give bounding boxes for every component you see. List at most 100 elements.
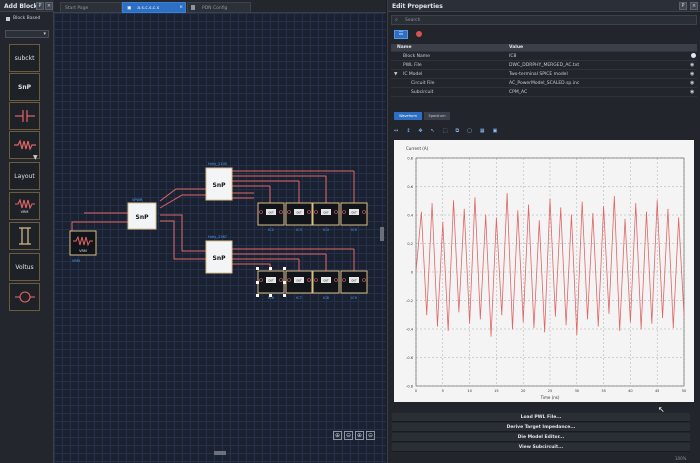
ic-caption: IC5 — [351, 228, 357, 232]
cursor-icon[interactable]: ↖ — [431, 128, 435, 134]
die-model-editor-button[interactable]: Die Model Editor... — [392, 433, 690, 442]
property-value[interactable]: DWC_DDRPHY_MERGED_AC.txt — [509, 63, 579, 68]
search-box[interactable]: ⌕ Search — [391, 15, 697, 25]
chart-point — [506, 193, 508, 195]
chart-x-tick: 5 — [442, 389, 444, 393]
info-icon[interactable] — [691, 53, 696, 58]
property-value[interactable]: Two-terminal SPICE model — [509, 72, 568, 77]
palette-source[interactable] — [9, 283, 40, 311]
zoom-out-icon[interactable]: ⊖ — [344, 431, 353, 440]
export-icon[interactable]: ▣ — [493, 128, 498, 134]
copy-icon[interactable]: ⧉ — [456, 128, 460, 134]
close-tab-icon[interactable]: × — [179, 5, 183, 10]
zoom-fit-icon[interactable]: ⊕ — [355, 431, 364, 440]
palette-snp[interactable]: SnP — [9, 73, 40, 101]
chart-point — [463, 208, 465, 210]
chart-point — [549, 198, 551, 200]
expand-triangle-icon[interactable]: ▼ — [394, 72, 397, 77]
palette-layout[interactable]: Layout — [9, 162, 40, 190]
palette-capacitor[interactable] — [9, 102, 40, 130]
selection-handle[interactable] — [256, 294, 259, 297]
waveform-chart-svg: Current (A) -0.8 -0.6 -0.4 -0.2 0 0.2 0.4 0.6 0.8… — [406, 146, 686, 400]
load-pwl-file-button[interactable]: Load PWL File... — [392, 413, 690, 422]
ic-caption: IC3 — [296, 228, 302, 232]
chart-x-tick: 40 — [628, 389, 632, 393]
selection-handle[interactable] — [269, 294, 272, 297]
chart-point — [522, 321, 524, 323]
chart-point — [613, 195, 615, 197]
property-row[interactable]: Circuit File AC_PowerModel_SCALED.sp.inc… — [391, 80, 697, 88]
vrm-icon — [14, 198, 35, 210]
property-row[interactable]: Block Name IC8 — [391, 53, 697, 61]
property-value[interactable]: CPM_AC — [509, 90, 527, 95]
selection-handle[interactable] — [256, 281, 259, 284]
zoom-box-icon[interactable]: ⬚ — [443, 128, 448, 134]
eye-icon[interactable]: ◉ — [690, 71, 694, 77]
vrm-caption: VRM — [72, 259, 80, 263]
chart-point — [538, 220, 540, 222]
derive-target-impedance-button[interactable]: Derive Target Impedance... — [392, 423, 690, 432]
selection-handle[interactable] — [283, 267, 286, 270]
zoom-controls: ⊕ ⊖ ⊕ ⊖ — [333, 431, 375, 440]
tab-waveform[interactable]: Waveform — [394, 112, 422, 120]
block-based-checkbox[interactable] — [6, 17, 10, 21]
waveform-chart[interactable]: Current (A) -0.8 -0.6 -0.4 -0.2 0 0.2 0.4 0.6 0.8… — [394, 140, 694, 402]
property-value[interactable]: IC8 — [509, 54, 516, 59]
property-row[interactable]: ▼ IC Model Two-terminal SPICE model ◉ — [391, 71, 697, 79]
tab-schematic[interactable]: ▣ a.s.c.s.c.s × — [122, 2, 186, 13]
chart-point — [420, 211, 422, 213]
chart-y-tick: -0.2 — [406, 299, 413, 303]
property-grid-header: Name Value — [391, 44, 697, 52]
zoom-in-icon[interactable]: ⊕ — [333, 431, 342, 440]
eye-icon[interactable]: ◉ — [690, 62, 694, 68]
block-based-label: Block Based — [13, 16, 41, 21]
palette-subckt[interactable]: subckt — [9, 44, 40, 72]
schematic-canvas[interactable]: VRM VRM VPWR SnP Hdry_2145 SnP Hdry_2387… — [54, 13, 386, 463]
eye-icon[interactable]: ◉ — [690, 80, 694, 86]
chart-point — [581, 201, 583, 203]
zoom-y-icon[interactable]: ↕ — [406, 128, 410, 134]
selection-handle[interactable] — [269, 267, 272, 270]
palette-vrm[interactable]: VRM — [9, 192, 40, 220]
property-row[interactable]: Subcircuit CPM_AC ◉ — [391, 89, 697, 97]
block-type-dropdown[interactable]: ▾ — [5, 30, 49, 38]
tab-spectrum[interactable]: Spectrum — [424, 112, 450, 120]
close-icon[interactable]: × — [690, 2, 698, 10]
snp1-label: SnP — [136, 214, 150, 221]
zoom-x-icon[interactable]: ↔ — [394, 128, 398, 134]
snp2-label: SnP — [213, 182, 227, 189]
palette-transmission[interactable] — [9, 222, 40, 250]
property-row[interactable]: PWL File DWC_DDRPHY_MERGED_AC.txt ◉ — [391, 62, 697, 70]
chart-y-tick: 0.8 — [407, 157, 413, 161]
palette-subckt-label: subckt — [14, 54, 35, 62]
pin-icon[interactable]: P — [679, 2, 687, 10]
pan-icon[interactable]: ✥ — [418, 128, 422, 134]
tab-start-page[interactable]: Start Page — [60, 2, 122, 13]
pin-icon[interactable]: P — [36, 2, 44, 10]
grid-icon[interactable]: ▦ — [480, 128, 485, 134]
chart-point — [667, 208, 669, 210]
record-icon[interactable] — [416, 31, 422, 37]
zoom-reset-icon[interactable]: ⊖ — [366, 431, 375, 440]
chart-x-tick: 45 — [655, 389, 659, 393]
ic-caption: IC9 — [351, 296, 357, 300]
eye-icon[interactable]: ◉ — [690, 89, 694, 95]
selection-handle[interactable] — [256, 267, 259, 270]
chart-point — [565, 324, 567, 326]
selection-handle[interactable] — [283, 294, 286, 297]
chart-point — [501, 314, 503, 316]
property-name: PWL File — [403, 63, 422, 68]
canvas-bottom-handle[interactable] — [214, 451, 226, 455]
selection-handle[interactable] — [283, 281, 286, 284]
chart-point — [651, 322, 653, 324]
palette-voltus[interactable]: Voltus — [9, 253, 40, 281]
expand-arrow-icon[interactable]: ▼ — [33, 154, 38, 161]
canvas-splitter-handle[interactable] — [380, 227, 384, 241]
view-subcircuit-button[interactable]: View Subcircuit... — [392, 443, 690, 452]
tab-pdn-config[interactable]: PDN Config — [187, 2, 251, 13]
property-value[interactable]: AC_PowerModel_SCALED.sp.inc — [509, 81, 579, 86]
fit-icon[interactable]: ▢ — [467, 128, 472, 134]
chart-point — [619, 329, 621, 331]
close-icon[interactable]: × — [45, 2, 53, 10]
properties-view-icon[interactable]: ☷ — [394, 30, 408, 39]
